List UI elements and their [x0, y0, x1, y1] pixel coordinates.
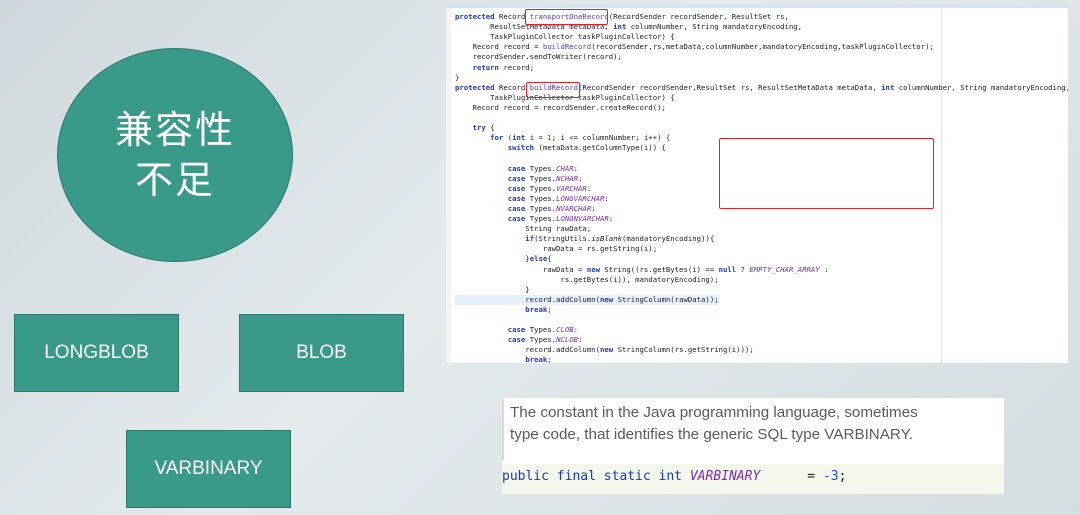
- code-line: record.addColumn(new StringColumn(rs.get…: [455, 345, 754, 355]
- code-line: }: [455, 284, 530, 294]
- blob-box: BLOB: [239, 314, 404, 392]
- longblob-box: LONGBLOB: [14, 314, 179, 392]
- right-margin-guide: [941, 8, 942, 363]
- code-line: case Types.LONGVARCHAR:: [507, 193, 609, 203]
- code-line: case Types.NVARCHAR:: [507, 203, 596, 213]
- code-line: case Types.VARCHAR:: [507, 183, 592, 193]
- code-line: }: [455, 72, 460, 82]
- code-line: if(StringUtils.isBlank(mandatoryEncoding…: [525, 234, 715, 244]
- code-line: Record record = recordSender.createRecor…: [455, 102, 666, 112]
- code-line: break;: [525, 355, 552, 363]
- doc-declaration: public final static int VARBINARY = -3;: [502, 464, 1004, 494]
- code-line: rs.getBytes(i)), mandatoryEncoding);: [455, 274, 719, 284]
- editor-gutter: [446, 8, 451, 363]
- ellipse-line2: 不足: [134, 158, 215, 202]
- highlight-transport-method: [525, 9, 608, 25]
- doc-desc-line2: type code, that identifies the generic S…: [510, 426, 913, 443]
- code-line: case Types.CHAR:: [507, 163, 579, 173]
- ellipse-line1: 兼容性: [114, 108, 235, 152]
- code-line: record.addColumn(new StringColumn(rawDat…: [455, 294, 719, 305]
- code-line: rawData = rs.getString(i);: [455, 244, 658, 254]
- decl-suffix: =: [760, 469, 823, 484]
- longblob-label: LONGBLOB: [44, 342, 149, 363]
- decl-name: VARBINARY: [689, 469, 761, 484]
- javadoc-snippet: The constant in the Java programming lan…: [502, 398, 1004, 494]
- doc-description: The constant in the Java programming lan…: [510, 402, 918, 446]
- decl-end: ;: [838, 469, 847, 484]
- code-line: Record record = buildRecord(recordSender…: [455, 42, 934, 52]
- code-line: switch (metaData.getColumnType(i)) {: [507, 143, 666, 153]
- doc-quote-bar: [502, 398, 504, 460]
- code-line: protected Record transportOneRecord(Reco…: [455, 12, 789, 21]
- decl-prefix: public final static int: [502, 469, 690, 484]
- code-screenshot: protected Record transportOneRecord(Reco…: [446, 5, 1068, 363]
- code-line: case Types.LONGNVARCHAR:: [507, 214, 614, 223]
- varbinary-label: VARBINARY: [154, 458, 263, 479]
- decl-value: -3: [822, 469, 839, 484]
- compatibility-ellipse: 兼容性 不足: [57, 48, 293, 262]
- highlight-build-method: [526, 82, 580, 98]
- varbinary-box: VARBINARY: [126, 430, 291, 508]
- blob-label: BLOB: [296, 342, 347, 363]
- code-line: }else{: [455, 254, 552, 264]
- code-line: TaskPluginCollector taskPluginCollector)…: [455, 32, 675, 42]
- code-line: String rawData;: [455, 224, 592, 234]
- code-line: try {: [472, 123, 495, 133]
- code-line: case Types.NCLOB:: [507, 335, 583, 345]
- highlight-empty-region: [719, 138, 934, 209]
- code-line: return record;: [472, 62, 535, 72]
- code-line: case Types.CLOB:: [507, 325, 579, 335]
- code-line: break;: [525, 304, 552, 314]
- doc-desc-line1: The constant in the Java programming lan…: [510, 404, 918, 421]
- code-line: for (int i = 1; i <= columnNumber; i++) …: [490, 133, 671, 143]
- code-line: rawData = new String((rs.getBytes(i) == …: [455, 264, 829, 274]
- code-line: recordSender.sendToWriter(record);: [455, 52, 622, 62]
- code-line: case Types.NCHAR:: [507, 173, 583, 183]
- code-line: ResultSetMetaData metaData, int columnNu…: [455, 22, 803, 32]
